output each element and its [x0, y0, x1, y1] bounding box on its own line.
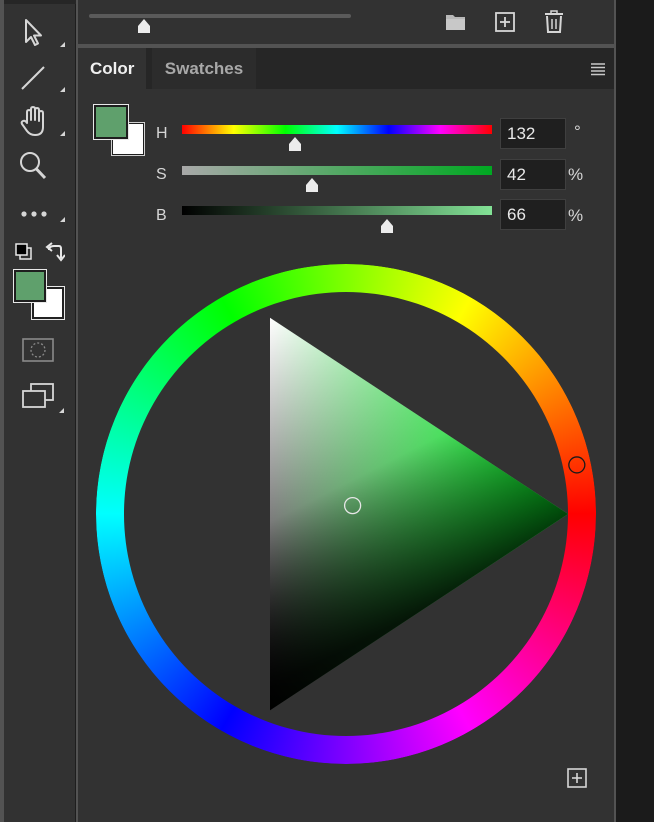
default-colors-button[interactable]: [14, 242, 34, 262]
saturation-label: S: [156, 166, 167, 183]
hue-unit: °: [574, 122, 581, 141]
hamburger-menu-icon: [590, 63, 606, 80]
hand-icon: [18, 103, 52, 139]
panel-foreground-swatch[interactable]: [93, 104, 129, 140]
hue-label: H: [156, 125, 168, 142]
screen-mode-icon: [21, 381, 55, 411]
layers-panel-footer: [78, 0, 614, 44]
more-tools[interactable]: [18, 190, 68, 230]
color-panel-tabbar: Color Swatches: [78, 48, 614, 89]
panel-dock: Color Swatches H 132 ° S 42 % B 66 %: [76, 0, 616, 822]
line-tool[interactable]: [18, 56, 68, 96]
new-layer-button[interactable]: [493, 10, 517, 34]
top-slider-track[interactable]: [89, 14, 351, 18]
panel-menu-button[interactable]: [590, 62, 606, 76]
color-panel: Color Swatches H 132 ° S 42 % B 66 %: [78, 48, 614, 822]
saturation-brightness-triangle[interactable]: [270, 317, 568, 711]
saturation-slider-track[interactable]: [182, 166, 492, 175]
new-layer-icon: [493, 12, 517, 38]
hue-slider-track[interactable]: [182, 125, 492, 134]
folder-icon: [444, 15, 468, 38]
foreground-color-swatch[interactable]: [13, 269, 47, 303]
move-select-tool[interactable]: [18, 12, 68, 52]
tab-color[interactable]: Color: [78, 48, 147, 89]
tools-toolbar: [0, 0, 76, 822]
triangle-layer-3: [270, 317, 568, 711]
document-canvas-edge: [616, 0, 654, 822]
color-wheel[interactable]: [78, 248, 614, 808]
saturation-unit: %: [568, 165, 584, 184]
hue-value-field[interactable]: 132: [500, 118, 566, 149]
delete-layer-button[interactable]: [542, 9, 566, 35]
hue-ring-marker[interactable]: [568, 456, 586, 474]
brightness-value-field[interactable]: 66: [500, 199, 566, 230]
add-icon: [566, 768, 588, 793]
magnifier-icon: [18, 149, 50, 183]
screen-mode-button[interactable]: [21, 376, 71, 416]
saturation-value-field[interactable]: 42: [500, 159, 566, 190]
swap-colors-button[interactable]: [45, 242, 66, 262]
swap-arrow-icon: [45, 242, 66, 266]
new-group-button[interactable]: [444, 10, 468, 34]
quick-mask-button[interactable]: [21, 330, 71, 370]
line-icon: [18, 60, 48, 92]
brightness-slider-track[interactable]: [182, 206, 492, 215]
add-to-swatches-button[interactable]: [566, 767, 588, 789]
arrow-pointer-icon: [18, 16, 48, 48]
zoom-tool[interactable]: [18, 146, 68, 186]
brightness-label: B: [156, 207, 167, 224]
tab-swatches[interactable]: Swatches: [152, 48, 256, 89]
trash-icon: [542, 10, 566, 39]
default-colors-icon: [14, 243, 34, 266]
hand-tool[interactable]: [18, 101, 68, 141]
ellipsis-icon: [18, 194, 52, 226]
quick-mask-icon: [21, 335, 55, 365]
tools-toolbar-panel: [4, 0, 76, 822]
brightness-unit: %: [568, 206, 584, 225]
